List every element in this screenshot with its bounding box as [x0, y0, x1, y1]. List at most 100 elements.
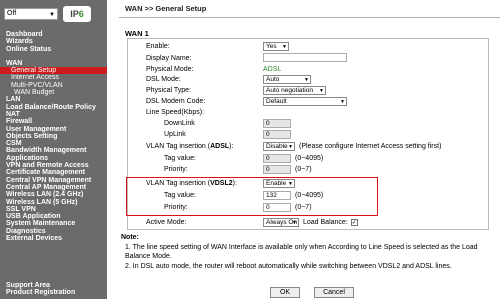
ok-button[interactable]: OK	[270, 287, 300, 298]
vlan-adsl-label: VLAN Tag insertion (ADSL):	[146, 141, 233, 152]
vlan-adsl-label-post: ):	[229, 143, 234, 150]
priority-vdsl2-hint: (0~7)	[295, 204, 312, 211]
chevron-down-icon: ▼	[292, 220, 297, 226]
vlan-vdsl2-select[interactable]: Enable ▼	[263, 179, 295, 188]
tag-value-vdsl2-label: Tag value:	[164, 192, 196, 199]
sidebar-item-usb-application[interactable]: USB Application	[0, 213, 107, 220]
dsl-mode-label: DSL Mode:	[146, 76, 181, 83]
chevron-down-icon: ▼	[304, 77, 309, 83]
priority-vdsl2-input[interactable]: 0	[263, 203, 291, 212]
ipv6-logo-prefix: IP	[70, 9, 79, 19]
chevron-down-icon: ▼	[319, 88, 324, 94]
sidebar-item-diagnostics[interactable]: Diagnostics	[0, 228, 107, 235]
vlan-adsl-label-pre: VLAN Tag insertion (	[146, 143, 211, 150]
display-name-input[interactable]	[263, 53, 347, 62]
sidebar-item-load-balance[interactable]: Load Balance/Route Policy	[0, 104, 107, 111]
dsl-mode-select-value: Auto	[266, 76, 280, 83]
priority-vdsl2-label: Priority:	[164, 204, 188, 211]
mode-select[interactable]: Off ▼	[4, 8, 58, 20]
mode-select-value: Off	[7, 10, 17, 17]
active-mode-label: Active Mode:	[146, 219, 187, 226]
physical-type-select[interactable]: Auto negotiation ▼	[263, 86, 326, 95]
sidebar-item-dashboard[interactable]: Dashboard	[0, 31, 107, 38]
downlink-input[interactable]: 0	[263, 119, 291, 128]
sidebar-item-applications[interactable]: Applications	[0, 155, 107, 162]
chevron-down-icon: ▼	[49, 12, 55, 18]
button-bar: OK Cancel	[270, 287, 368, 298]
sidebar-item-multi-pvc-vlan[interactable]: Multi-PVC/VLAN	[0, 82, 107, 89]
tag-value-adsl-label: Tag value:	[164, 155, 196, 162]
enable-select-value: Yes	[266, 43, 277, 50]
sidebar-item-external-devices[interactable]: External Devices	[0, 235, 107, 242]
tag-value-adsl-hint: (0~4095)	[295, 155, 324, 162]
tag-value-adsl-input[interactable]: 0	[263, 154, 291, 163]
sidebar-bottom: Support Area Product Registration	[0, 282, 107, 297]
chevron-down-icon: ▼	[340, 99, 345, 105]
sidebar-item-support-area[interactable]: Support Area	[0, 282, 107, 289]
note-section: Note: 1. The line speed setting of WAN I…	[121, 233, 493, 271]
dsl-modem-code-label: DSL Modem Code:	[146, 98, 206, 105]
sidebar-item-ssl-vpn[interactable]: SSL VPN	[0, 206, 107, 213]
tag-value-vdsl2-input[interactable]: 132	[263, 191, 291, 200]
vlan-vdsl2-select-value: Enable	[266, 180, 287, 187]
sidebar-item-central-ap-management[interactable]: Central AP Management	[0, 184, 107, 191]
vlan-vdsl2-label-pre: VLAN Tag insertion (	[146, 180, 211, 187]
main-content: WAN >> General Setup WAN 1 Enable: Yes ▼ …	[107, 0, 500, 299]
sidebar-item-nat[interactable]: NAT	[0, 111, 107, 118]
sidebar-item-wireless-lan-5[interactable]: Wireless LAN (5 GHz)	[0, 199, 107, 206]
sidebar-item-firewall[interactable]: Firewall	[0, 118, 107, 125]
sidebar-item-vpn-remote-access[interactable]: VPN and Remote Access	[0, 162, 107, 169]
sidebar-item-online-status[interactable]: Online Status	[0, 46, 107, 53]
sidebar-item-central-vpn-management[interactable]: Central VPN Management	[0, 177, 107, 184]
ipv6-logo-suffix: 6	[78, 9, 84, 19]
enable-label: Enable:	[146, 43, 170, 50]
uplink-input[interactable]: 0	[263, 130, 291, 139]
display-name-label: Display Name:	[146, 55, 192, 62]
sidebar-item-internet-access[interactable]: Internet Access	[0, 74, 107, 81]
enable-select[interactable]: Yes ▼	[263, 42, 289, 51]
sidebar-item-wireless-lan-24[interactable]: Wireless LAN (2.4 GHz)	[0, 191, 107, 198]
vlan-adsl-hint: (Please configure Internet Access settin…	[299, 143, 442, 150]
sidebar-item-csm[interactable]: CSM	[0, 140, 107, 147]
priority-adsl-label: Priority:	[164, 166, 188, 173]
chevron-down-icon: ▼	[288, 181, 293, 187]
load-balance-checkbox[interactable]: ✓	[350, 218, 358, 226]
uplink-label: UpLink	[164, 131, 186, 138]
sidebar-item-wizards[interactable]: Wizards	[0, 38, 107, 45]
sidebar-item-wan-budget[interactable]: WAN Budget	[0, 89, 107, 96]
sidebar-item-general-setup[interactable]: General Setup	[0, 67, 107, 75]
vlan-vdsl2-label-post: ):	[232, 180, 237, 187]
sidebar-item-objects-setting[interactable]: Objects Setting	[0, 133, 107, 140]
cancel-button[interactable]: Cancel	[314, 287, 354, 298]
sidebar-item-wan[interactable]: WAN	[0, 60, 107, 67]
dsl-mode-select[interactable]: Auto ▼	[263, 75, 311, 84]
sidebar-item-product-registration[interactable]: Product Registration	[0, 289, 107, 296]
dsl-modem-code-select[interactable]: Default ▼	[263, 97, 347, 106]
page-title: WAN >> General Setup	[125, 4, 207, 13]
note-line-2: 2. In DSL auto mode, the router will reb…	[125, 262, 452, 270]
dsl-modem-code-select-value: Default	[266, 98, 287, 105]
title-divider	[119, 17, 500, 18]
vlan-adsl-select[interactable]: Disable ▼	[263, 142, 295, 151]
sidebar-item-user-management[interactable]: User Management	[0, 126, 107, 133]
line-speed-label: Line Speed(Kbps):	[146, 109, 204, 116]
sidebar-header: Off ▼ IP6	[0, 0, 107, 30]
active-mode-select[interactable]: Always On ▼	[263, 218, 299, 227]
vlan-adsl-label-bold: ADSL	[210, 143, 230, 150]
tag-value-vdsl2-hint: (0~4095)	[295, 192, 324, 199]
physical-type-label: Physical Type:	[146, 87, 192, 94]
priority-adsl-input[interactable]: 0	[263, 165, 291, 174]
load-balance-label: Load Balance:	[303, 219, 348, 226]
sidebar: Off ▼ IP6 Dashboard Wizards Online Statu…	[0, 0, 107, 299]
chevron-down-icon: ▼	[282, 44, 287, 50]
downlink-label: DownLink	[164, 120, 195, 127]
physical-type-select-value: Auto negotiation	[266, 87, 313, 94]
vlan-adsl-select-value: Disable	[266, 143, 288, 150]
sidebar-item-lan[interactable]: LAN	[0, 96, 107, 103]
sidebar-item-system-maintenance[interactable]: System Maintenance	[0, 220, 107, 227]
sidebar-item-certificate-management[interactable]: Certificate Management	[0, 169, 107, 176]
note-title: Note:	[121, 234, 139, 241]
sidebar-item-bandwidth-management[interactable]: Bandwidth Management	[0, 147, 107, 154]
priority-adsl-hint: (0~7)	[295, 166, 312, 173]
